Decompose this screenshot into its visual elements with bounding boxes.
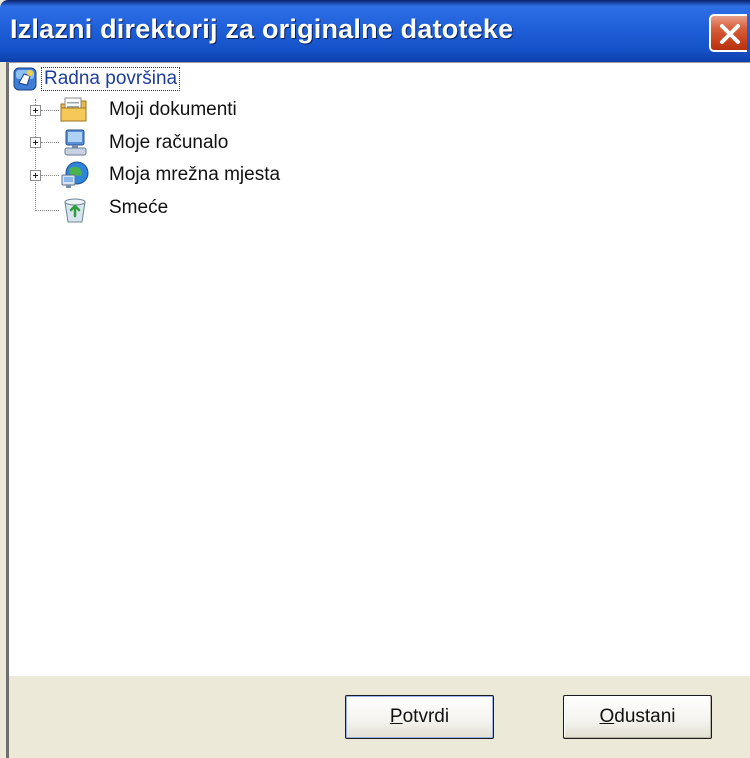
close-icon: [720, 24, 740, 44]
network-places-icon: [61, 161, 89, 188]
tree-item-recycle-bin[interactable]: Smeće: [59, 194, 259, 224]
cancel-mnemonic: O: [599, 706, 615, 727]
tree-connector: [41, 175, 59, 176]
folder-browser-dialog: Izlazni direktorij za originalne datotek…: [0, 0, 750, 758]
tree-item-label: Moji dokumenti: [109, 99, 237, 120]
cancel-label: dustani: [614, 706, 676, 727]
tree-item-desktop[interactable]: Radna površina: [13, 65, 243, 95]
tree-connector: [35, 210, 59, 211]
cancel-button[interactable]: Odustani: [563, 695, 712, 739]
my-documents-icon: [60, 97, 87, 122]
confirm-button[interactable]: Potvrdi: [345, 695, 494, 739]
tree-item-my-documents[interactable]: Moji dokumenti: [59, 96, 279, 126]
window-title: Izlazni direktorij za originalne datotek…: [10, 14, 514, 44]
tree-item-label: Smeće: [109, 197, 169, 218]
tree-item-network-places[interactable]: Moja mrežna mjesta: [59, 161, 319, 191]
expand-toggle[interactable]: [30, 137, 41, 148]
recycle-bin-icon: [64, 198, 86, 223]
title-bar[interactable]: Izlazni direktorij za originalne datotek…: [0, 0, 750, 62]
confirm-mnemonic: P: [389, 706, 403, 727]
desktop-icon: [13, 67, 37, 91]
button-bar: Potvrdi Odustani: [6, 676, 750, 758]
expand-toggle[interactable]: [30, 105, 41, 116]
close-button[interactable]: [709, 14, 747, 52]
tree-connector: [41, 142, 59, 143]
tree-item-label: Moja mrežna mjesta: [109, 164, 281, 185]
expand-toggle[interactable]: [30, 170, 41, 181]
tree-item-my-computer[interactable]: Moje računalo: [59, 129, 279, 159]
tree-item-label: Radna površina: [40, 67, 181, 91]
tree-item-label: Moje računalo: [109, 132, 229, 153]
my-computer-icon: [64, 129, 87, 156]
folder-tree[interactable]: Radna površina Moji dokumenti Moje račun…: [6, 62, 750, 676]
tree-connector: [41, 110, 59, 111]
confirm-label: otvrdi: [402, 706, 450, 727]
